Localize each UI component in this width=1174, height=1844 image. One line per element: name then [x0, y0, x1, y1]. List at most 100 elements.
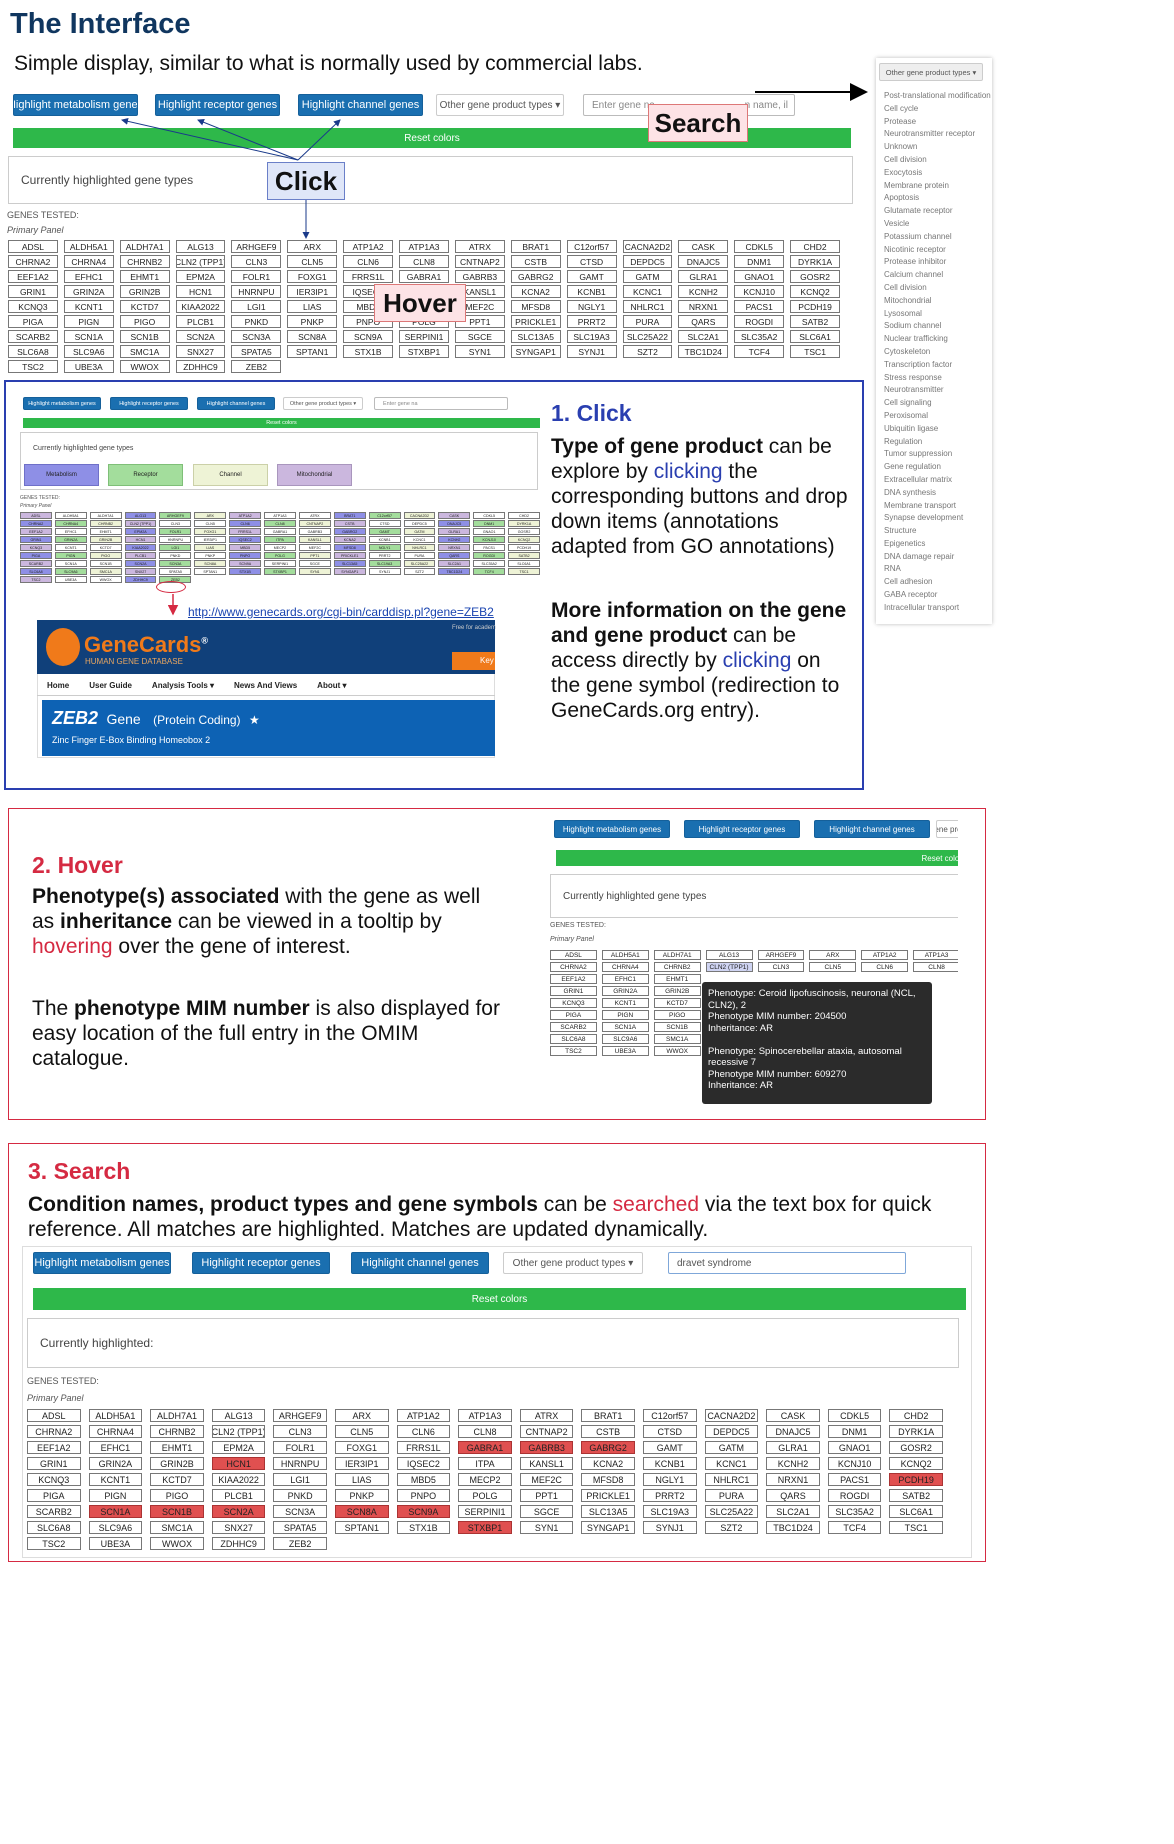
gene-cell[interactable]: CTSD — [642, 1425, 697, 1438]
gene-cell[interactable]: ZEB2 — [231, 360, 282, 373]
gene-cell[interactable]: SERPINI1 — [458, 1505, 512, 1518]
gene-cell[interactable]: SZT2 — [704, 1521, 759, 1534]
gene-cell[interactable]: CLN8 — [913, 962, 958, 972]
gene-cell[interactable]: HNRNPU — [231, 285, 282, 298]
gene-cell[interactable]: C12orf57 — [642, 1409, 697, 1422]
gene-cell[interactable]: KCTD7 — [89, 544, 122, 551]
gene-cell[interactable]: TBC1D24 — [678, 345, 729, 358]
gene-cell[interactable]: UBE3A — [63, 360, 114, 373]
gene-cell[interactable]: IER3IP1 — [334, 1457, 389, 1470]
gene-cell[interactable]: SYNGAP1 — [581, 1521, 635, 1534]
gene-cell[interactable]: PNPO — [396, 1489, 451, 1502]
gene-cell[interactable]: GABRG2 — [333, 528, 366, 535]
dropdown-item[interactable]: DNA damage repair — [884, 551, 990, 564]
gene-cell[interactable]: FRRS1L — [343, 270, 394, 283]
gene-cell[interactable]: STX1B — [229, 568, 262, 575]
gene-cell[interactable]: KANSL1 — [298, 536, 331, 543]
gene-cell[interactable]: GLRA1 — [678, 270, 729, 283]
dropdown-button[interactable]: Other gene product types ▾ — [879, 63, 983, 81]
gene-cell[interactable]: ATRX — [298, 512, 331, 519]
search-reset-button[interactable]: Reset colors — [33, 1288, 966, 1310]
gene-cell[interactable]: CLN6 — [229, 520, 262, 527]
gene-cell[interactable]: STXBP1 — [264, 568, 296, 575]
gene-cell[interactable]: PLCB1 — [124, 552, 157, 559]
gene-cell[interactable]: ALDH5A1 — [88, 1409, 143, 1422]
gene-cell[interactable]: POLG — [264, 552, 296, 559]
gene-cell[interactable]: SCN2A — [124, 560, 157, 567]
gene-cell[interactable]: EHMT1 — [119, 270, 170, 283]
gene-cell[interactable]: ADSL — [27, 1409, 81, 1422]
gene-cell[interactable]: FOXG1 — [334, 1441, 389, 1454]
gene-cell[interactable]: NRXN1 — [766, 1473, 820, 1486]
gene-cell[interactable]: WWOX — [653, 1046, 701, 1056]
gene-cell[interactable]: NRXN1 — [678, 300, 729, 313]
gene-cell[interactable]: NHLRC1 — [403, 544, 436, 551]
gene-cell[interactable]: SCN1B — [89, 560, 122, 567]
gene-cell[interactable]: LIAS — [194, 544, 227, 551]
gene-cell[interactable]: ALDH7A1 — [653, 950, 701, 960]
dropdown-item[interactable]: Lysosomal — [884, 308, 990, 321]
gene-cell[interactable]: SLC19A3 — [368, 560, 401, 567]
gene-cell[interactable]: ROGDI — [473, 552, 506, 559]
gene-cell[interactable]: GABRB3 — [519, 1441, 574, 1454]
gene-cell[interactable]: ALDH7A1 — [150, 1409, 204, 1422]
gene-cell[interactable]: TSC2 — [550, 1046, 597, 1056]
gene-cell[interactable]: KCNQ2 — [508, 536, 540, 543]
dropdown-item[interactable]: Epigenetics — [884, 538, 990, 551]
gene-cell[interactable]: SCN2A — [211, 1505, 266, 1518]
gene-cell[interactable]: CHRNB2 — [653, 962, 701, 972]
gene-cell[interactable]: STXBP1 — [458, 1521, 512, 1534]
dropdown-item[interactable]: Sodium channel — [884, 320, 990, 333]
gene-cell[interactable]: KCNT1 — [88, 1473, 143, 1486]
gene-cell[interactable]: KCNB1 — [566, 285, 617, 298]
genecards-nav-tools[interactable]: Analysis Tools ▾ — [152, 681, 214, 690]
gene-cell[interactable]: FOLR1 — [159, 528, 192, 535]
dropdown-item[interactable]: GABA receptor — [884, 589, 990, 602]
gene-cell[interactable]: GABRB3 — [298, 528, 331, 535]
gene-cell[interactable]: SZT2 — [403, 568, 436, 575]
gene-cell[interactable]: PNPO — [229, 552, 262, 559]
gene-cell[interactable]: C12orf57 — [368, 512, 401, 519]
gene-cell[interactable]: GRIN2B — [89, 536, 122, 543]
gene-cell[interactable]: GRIN2A — [63, 285, 114, 298]
dropdown-item[interactable]: Cytoskeleton — [884, 346, 990, 359]
gene-cell[interactable]: DNM1 — [827, 1425, 882, 1438]
gene-cell[interactable]: GABRA1 — [458, 1441, 512, 1454]
gene-cell[interactable]: CLN5 — [287, 255, 338, 268]
gene-cell[interactable]: ATRX — [519, 1409, 574, 1422]
gene-cell[interactable]: PNKD — [273, 1489, 327, 1502]
gene-cell[interactable]: PIGO — [89, 552, 122, 559]
gene-cell[interactable]: EPM2A — [175, 270, 226, 283]
gene-cell[interactable]: GATM — [704, 1441, 759, 1454]
gene-cell[interactable]: HCN1 — [211, 1457, 266, 1470]
gene-cell[interactable]: GLRA1 — [438, 528, 471, 535]
gene-cell[interactable]: ATP1A2 — [229, 512, 262, 519]
gene-cell[interactable]: CLN3 — [159, 520, 192, 527]
gene-cell[interactable]: CACNA2D2 — [704, 1409, 759, 1422]
gene-cell[interactable]: CHD2 — [508, 512, 540, 519]
gene-cell[interactable]: SCARB2 — [8, 330, 58, 343]
gene-cell[interactable]: SCN9A — [229, 560, 262, 567]
gene-cell[interactable]: PIGN — [601, 1010, 649, 1020]
gene-cell[interactable]: ATP1A3 — [913, 950, 958, 960]
gene-cell[interactable]: KCNB1 — [368, 536, 401, 543]
gene-cell[interactable]: TBC1D24 — [438, 568, 471, 575]
dropdown-item[interactable]: Regulation — [884, 436, 990, 449]
gene-cell[interactable]: ARX — [809, 950, 857, 960]
search-receptor-button[interactable]: Highlight receptor genes — [192, 1252, 330, 1274]
gene-cell[interactable]: CHD2 — [889, 1409, 943, 1422]
dropdown-item[interactable]: Vesicle — [884, 218, 990, 231]
dropdown-item[interactable]: Cell signaling — [884, 397, 990, 410]
gene-cell[interactable]: KCNT1 — [54, 544, 87, 551]
gene-cell[interactable]: SPATA5 — [231, 345, 282, 358]
gene-cell[interactable]: KCNJ10 — [827, 1457, 882, 1470]
gene-cell[interactable]: ROGDI — [734, 315, 785, 328]
gene-cell[interactable]: EHMT1 — [89, 528, 122, 535]
gene-cell[interactable]: EPM2A — [124, 528, 157, 535]
gene-cell[interactable]: SCN1A — [63, 330, 114, 343]
gene-cell[interactable]: SGCE — [454, 330, 505, 343]
gene-cell[interactable]: TSC1 — [889, 1521, 943, 1534]
gene-cell[interactable]: QARS — [766, 1489, 820, 1502]
dropdown-item[interactable]: Cell cycle — [884, 103, 990, 116]
gene-cell[interactable]: KCNH2 — [678, 285, 729, 298]
